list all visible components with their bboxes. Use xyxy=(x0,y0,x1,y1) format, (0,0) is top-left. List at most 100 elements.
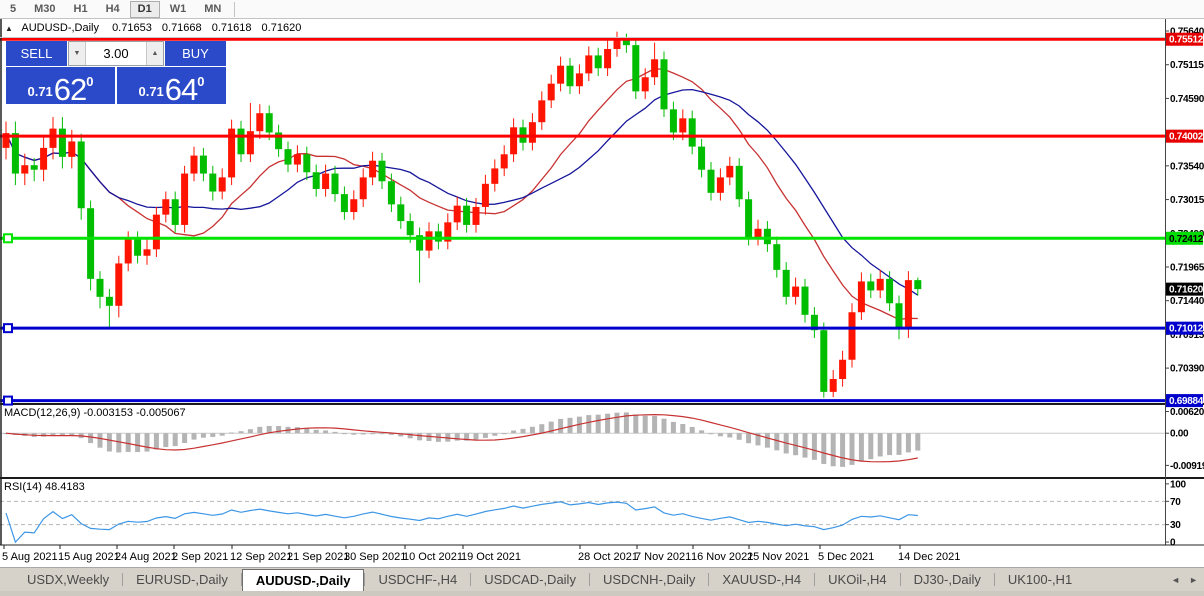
candle xyxy=(40,147,48,170)
period-button-mn[interactable]: MN xyxy=(196,1,229,18)
candle xyxy=(87,208,95,279)
candle xyxy=(857,281,865,313)
period-button-h4[interactable]: H4 xyxy=(98,1,128,18)
volume-input[interactable]: 3.00 xyxy=(86,42,146,65)
rsi-tick-label: 70 xyxy=(1170,497,1181,508)
tabs-scroll-right-icon[interactable]: ► xyxy=(1189,575,1198,585)
symbol-tabbar: USDX,Weekly EURUSD-,Daily AUDUSD-,Daily USD… xyxy=(0,567,1204,591)
quote-high: 0.71668 xyxy=(161,22,202,34)
candle xyxy=(763,228,771,245)
period-button-h1[interactable]: H1 xyxy=(66,1,96,18)
date-label: 14 Dec 2021 xyxy=(898,551,960,563)
candle xyxy=(434,231,442,242)
quote-open: 0.71653 xyxy=(112,22,152,34)
candle xyxy=(463,205,471,225)
macd-histogram-bar xyxy=(868,433,874,460)
volume-decrease-icon[interactable]: ▼ xyxy=(69,42,86,65)
sell-price-pipette: 0 xyxy=(86,74,94,89)
candle xyxy=(284,149,292,165)
macd-histogram-bar xyxy=(229,432,235,434)
candle xyxy=(660,59,668,110)
candle xyxy=(303,154,311,173)
pane-separator-rsi[interactable] xyxy=(0,477,1204,479)
macd-histogram-bar xyxy=(887,433,893,456)
macd-histogram-bar xyxy=(313,429,319,434)
macd-histogram-bar xyxy=(323,430,329,434)
date-label: 28 Oct 2021 xyxy=(578,551,638,563)
macd-histogram-bar xyxy=(708,433,714,435)
rsi-tick-label: 100 xyxy=(1170,479,1187,490)
candle xyxy=(829,379,837,392)
candle xyxy=(792,286,800,297)
chart-tab-dj30[interactable]: DJ30-,Daily xyxy=(901,568,994,591)
rsi-tick-label: 0 xyxy=(1170,538,1176,549)
chart-tab-usdcad[interactable]: USDCAD-,Daily xyxy=(471,568,589,591)
candle xyxy=(651,59,659,78)
buy-price-button[interactable]: 0.71 64 0 xyxy=(117,67,226,105)
candle xyxy=(688,118,696,147)
macd-histogram-bar xyxy=(417,433,423,441)
toolbar-separator xyxy=(234,1,236,17)
candle xyxy=(453,205,461,223)
level-anchor-marker[interactable] xyxy=(3,323,13,334)
level-anchor-marker[interactable] xyxy=(3,233,13,244)
chart-tab-usdchf[interactable]: USDCHF-,H4 xyxy=(365,568,470,591)
candle xyxy=(77,141,85,209)
candle xyxy=(143,249,151,256)
period-button-5[interactable]: 5 xyxy=(2,1,24,18)
chart-tab-eurusd[interactable]: EURUSD-,Daily xyxy=(123,568,241,591)
candle xyxy=(49,128,57,148)
macd-histogram-bar xyxy=(482,433,488,438)
chart-tab-usdcnh[interactable]: USDCNH-,Daily xyxy=(590,568,708,591)
macd-histogram-bar xyxy=(88,433,94,444)
macd-histogram-bar xyxy=(135,433,141,453)
chart-tab-uk100[interactable]: UK100-,H1 xyxy=(995,568,1085,591)
chart-tab-xauusd[interactable]: XAUUSD-,H4 xyxy=(709,568,814,591)
candle xyxy=(538,100,546,123)
candle xyxy=(218,177,226,192)
price-tick-label: 0.75115 xyxy=(1170,60,1204,71)
period-button-w1[interactable]: W1 xyxy=(162,1,195,18)
candle xyxy=(472,206,480,225)
candle xyxy=(340,194,348,213)
macd-histogram-bar xyxy=(294,427,300,434)
sell-button[interactable]: SELL xyxy=(6,41,67,66)
one-click-trade-panel: SELL ▼ 3.00 ▲ BUY 0.71 62 0 0.71 64 0 xyxy=(6,41,226,105)
candle xyxy=(782,269,790,297)
buy-button[interactable]: BUY xyxy=(165,41,226,66)
candle xyxy=(575,73,583,87)
macd-histogram-bar xyxy=(586,415,592,434)
date-label: 16 Nov 2021 xyxy=(691,551,753,563)
candle xyxy=(406,221,414,236)
candle xyxy=(585,55,593,74)
candle xyxy=(500,154,508,169)
candle xyxy=(134,239,142,256)
sell-price-button[interactable]: 0.71 62 0 xyxy=(6,67,115,105)
candle xyxy=(726,165,734,178)
candle xyxy=(557,65,565,84)
chart-tab-usdx[interactable]: USDX,Weekly xyxy=(14,568,122,591)
macd-histogram-bar xyxy=(247,429,253,434)
period-button-d1[interactable]: D1 xyxy=(129,0,160,18)
header-divider xyxy=(0,37,1165,38)
tabs-scroll-left-icon[interactable]: ◄ xyxy=(1171,575,1180,585)
macd-histogram-bar xyxy=(905,433,911,453)
collapse-panel-icon[interactable]: ▲ xyxy=(5,24,13,33)
chart-tab-audusd[interactable]: AUDUSD-,Daily xyxy=(241,569,365,591)
macd-histogram-bar xyxy=(144,433,150,452)
macd-histogram-bar xyxy=(558,418,564,434)
macd-histogram-bar xyxy=(97,433,103,448)
candle xyxy=(914,280,922,290)
volume-increase-icon[interactable]: ▲ xyxy=(146,42,163,65)
candle xyxy=(848,312,856,360)
macd-histogram-bar xyxy=(764,433,770,448)
level-anchor-marker[interactable] xyxy=(3,395,13,406)
candle xyxy=(510,127,518,155)
period-button-m30[interactable]: M30 xyxy=(26,1,63,18)
chart-tab-ukoil[interactable]: UKOil-,H4 xyxy=(815,568,900,591)
candle xyxy=(246,131,254,155)
candle xyxy=(124,239,132,264)
sell-price-prefix: 0.71 xyxy=(27,84,53,99)
buy-price-prefix: 0.71 xyxy=(138,84,164,99)
pane-separator-macd[interactable] xyxy=(0,403,1204,405)
